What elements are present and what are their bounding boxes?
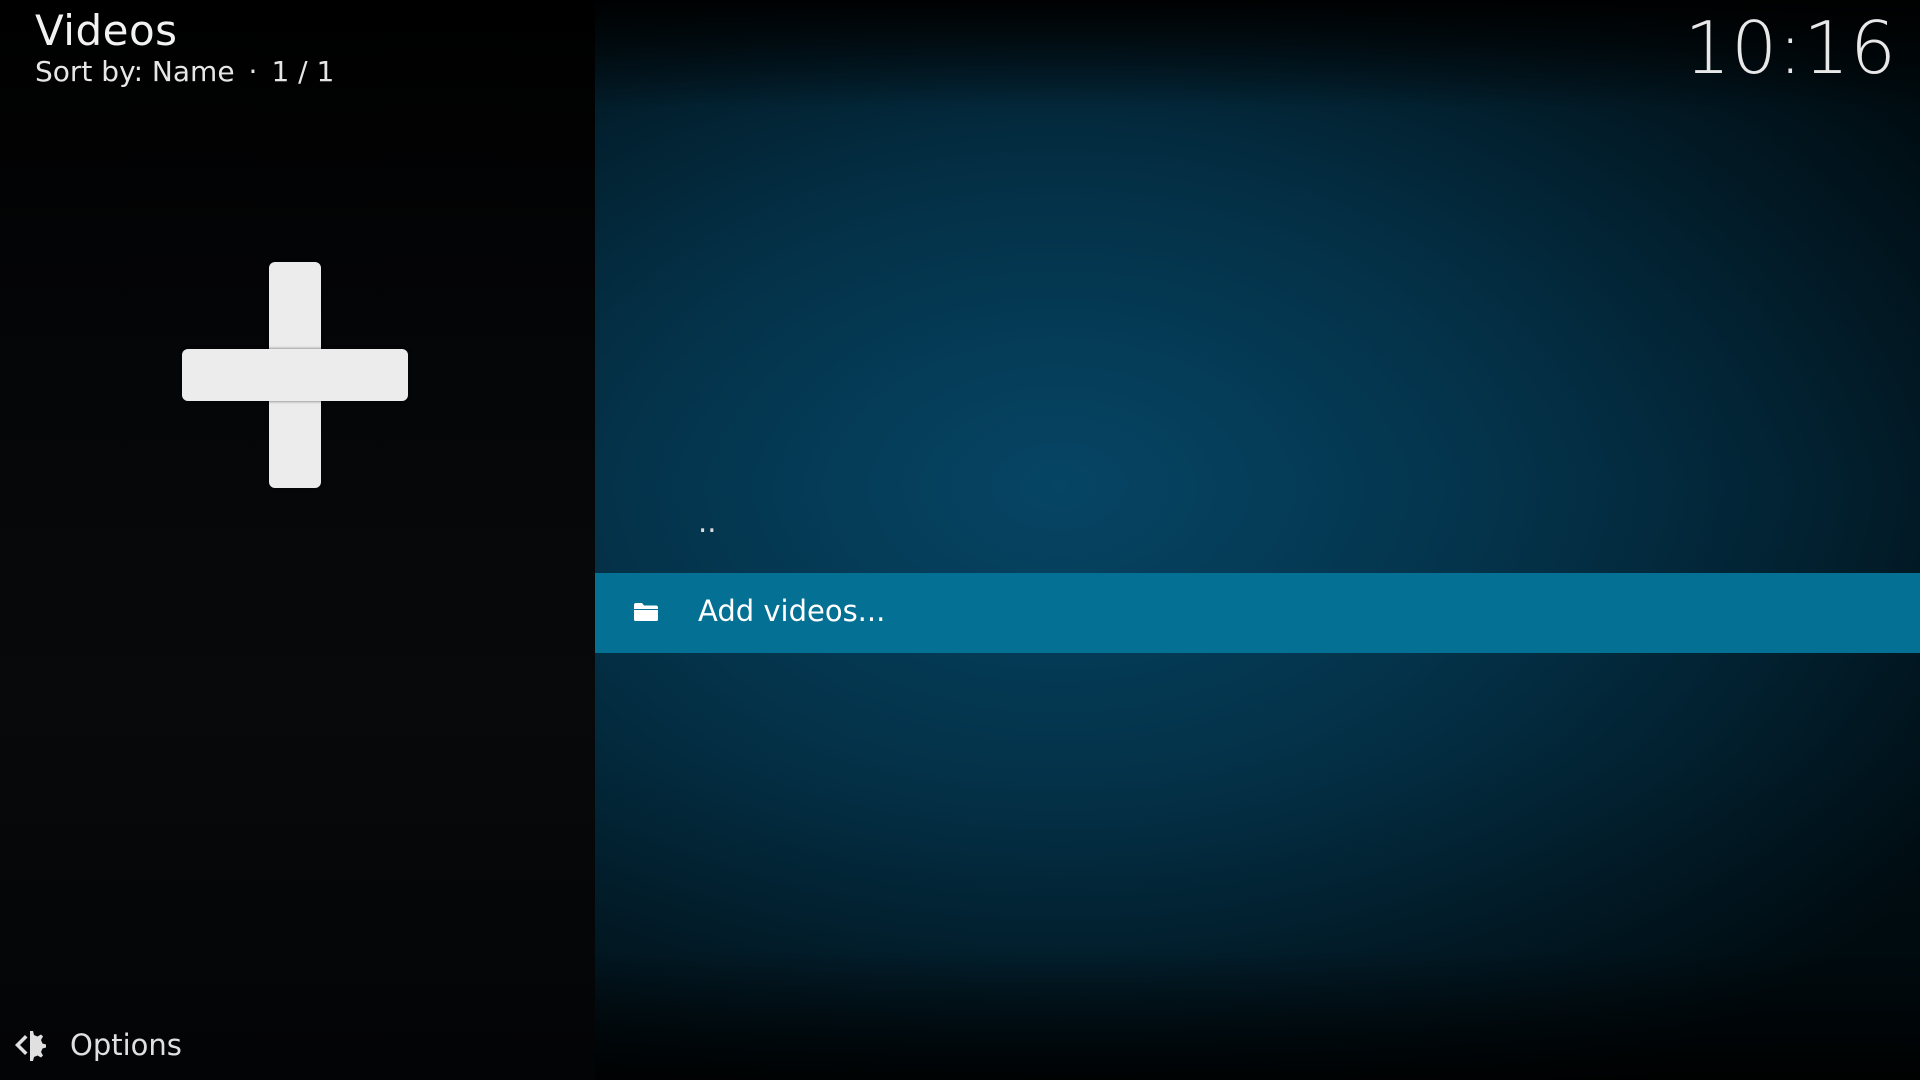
folder-icon — [634, 603, 658, 621]
gear-icon — [15, 1031, 46, 1061]
left-panel — [0, 0, 595, 1080]
clock: 10:16 — [1684, 6, 1897, 90]
page-title: Videos — [35, 6, 178, 55]
sort-label[interactable]: Sort by: Name — [35, 55, 235, 88]
file-list: .. Add videos... — [595, 493, 1920, 653]
list-item-add-videos[interactable]: Add videos... — [595, 573, 1920, 653]
plus-horizontal-bar — [182, 349, 408, 401]
options-button[interactable]: Options — [12, 1027, 182, 1063]
list-item-parent-folder[interactable]: .. — [595, 493, 1920, 573]
kodi-videos-screen: Videos Sort by: Name · 1 / 1 10:16 .. Add … — [0, 0, 1920, 1080]
page-count: 1 / 1 — [271, 55, 335, 88]
sort-info: Sort by: Name · 1 / 1 — [35, 55, 334, 88]
separator-dot: · — [248, 55, 258, 88]
plus-icon — [182, 262, 408, 488]
list-item-label: Add videos... — [698, 594, 886, 628]
list-item-label: .. — [698, 505, 717, 539]
options-label: Options — [70, 1028, 182, 1062]
